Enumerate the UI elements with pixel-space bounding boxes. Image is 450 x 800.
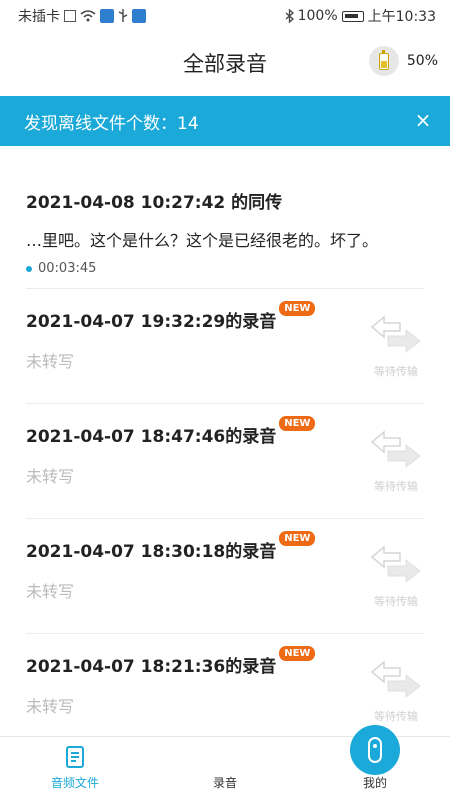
device-battery-percent: 50% <box>406 53 438 69</box>
recording-title-text: 2021-04-07 18:47:46的录音 <box>26 427 277 447</box>
battery-icon <box>341 10 364 22</box>
clock: 上午10:33 <box>367 9 436 25</box>
bottom-nav: 音频文件 录音 我的 <box>0 725 450 800</box>
nav-record[interactable]: 录音 <box>150 725 400 800</box>
close-icon[interactable]: × <box>412 108 434 132</box>
recording-title: 2021-04-07 18:30:18的录音 NEW <box>26 531 424 562</box>
sim-icon <box>64 10 76 22</box>
bluetooth-icon <box>285 9 294 23</box>
transfer-status[interactable]: 等待传输 <box>368 545 424 609</box>
transcription-status: 未转写 <box>26 352 75 371</box>
transfer-status[interactable]: 等待传输 <box>368 430 424 494</box>
transfer-status[interactable]: 等待传输 <box>368 315 424 379</box>
device-battery[interactable]: 50% <box>368 46 438 76</box>
transfer-label: 等待传输 <box>374 595 418 608</box>
battery-percent: 100% <box>297 8 338 24</box>
transfer-icon <box>370 660 421 699</box>
transfer-label: 等待传输 <box>374 480 418 493</box>
document-icon <box>66 746 84 768</box>
list-item[interactable]: 2021-04-07 19:32:29的录音 NEW 未转写 等待传输 <box>26 289 424 404</box>
recording-title: 2021-04-07 18:21:36的录音 NEW <box>26 646 424 677</box>
list-item[interactable]: 2021-04-08 10:27:42 的同传 …里吧。这个是什么？这个是已经很… <box>26 146 424 289</box>
new-badge: NEW <box>279 301 316 316</box>
dot-icon <box>26 265 32 272</box>
list-item[interactable]: 2021-04-07 18:47:46的录音 NEW 未转写 等待传输 <box>26 404 424 519</box>
offline-files-banner[interactable]: 发现离线文件个数：14 × <box>0 96 450 146</box>
recording-title-text: 2021-04-08 10:27:42 的同传 <box>26 193 283 213</box>
list-item[interactable]: 2021-04-07 18:21:36的录音 NEW 未转写 等待传输 <box>26 634 424 736</box>
recording-title: 2021-04-07 18:47:46的录音 NEW <box>26 416 424 447</box>
microphone-icon <box>368 737 382 763</box>
recording-title: 2021-04-08 10:27:42 的同传 <box>26 188 424 213</box>
transfer-label: 等待传输 <box>374 365 418 378</box>
transcription-status: 未转写 <box>26 697 75 716</box>
status-right: 100% 上午10:33 <box>285 6 436 26</box>
carrier-text: 未插卡 <box>18 9 60 25</box>
recording-title-text: 2021-04-07 18:21:36的录音 <box>26 657 277 677</box>
nav-record-label: 录音 <box>212 776 237 790</box>
transcript-preview: …里吧。这个是什么？这个是已经很老的。坏了。 <box>26 231 379 250</box>
app-notification-icon-2 <box>132 9 146 23</box>
record-button[interactable] <box>350 725 400 775</box>
usb-icon <box>118 9 128 23</box>
transfer-icon <box>370 545 421 584</box>
device-battery-icon <box>368 46 399 76</box>
list-item[interactable]: 2021-04-07 18:30:18的录音 NEW 未转写 等待传输 <box>26 519 424 634</box>
app-header: 全部录音 50% <box>0 32 450 94</box>
recording-title-text: 2021-04-07 19:32:29的录音 <box>26 312 277 332</box>
recording-list: 2021-04-08 10:27:42 的同传 …里吧。这个是什么？这个是已经很… <box>0 146 450 736</box>
duration-text: 00:03:45 <box>38 261 97 276</box>
new-badge: NEW <box>279 531 316 546</box>
new-badge: NEW <box>279 416 316 431</box>
transfer-status[interactable]: 等待传输 <box>368 660 424 724</box>
page-title: 全部录音 <box>183 52 267 76</box>
transfer-icon <box>370 315 421 354</box>
transcription-status: 未转写 <box>26 582 75 601</box>
duration: 00:03:45 <box>26 261 424 276</box>
nav-audio-files[interactable]: 音频文件 <box>0 737 150 800</box>
nav-mine-label: 我的 <box>362 776 387 790</box>
new-badge: NEW <box>279 646 316 661</box>
banner-text: 发现离线文件个数：14 <box>24 113 199 134</box>
transfer-label: 等待传输 <box>374 710 418 723</box>
transcription-status: 未转写 <box>26 467 75 486</box>
recording-title-text: 2021-04-07 18:30:18的录音 <box>26 542 277 562</box>
recording-title: 2021-04-07 19:32:29的录音 NEW <box>26 301 424 332</box>
status-bar: 未插卡 100% 上午10:33 <box>0 0 450 32</box>
nav-audio-files-label: 音频文件 <box>50 776 99 790</box>
transfer-icon <box>370 430 421 469</box>
status-left: 未插卡 <box>18 6 146 26</box>
app-notification-icon <box>100 9 114 23</box>
wifi-icon <box>80 10 96 22</box>
